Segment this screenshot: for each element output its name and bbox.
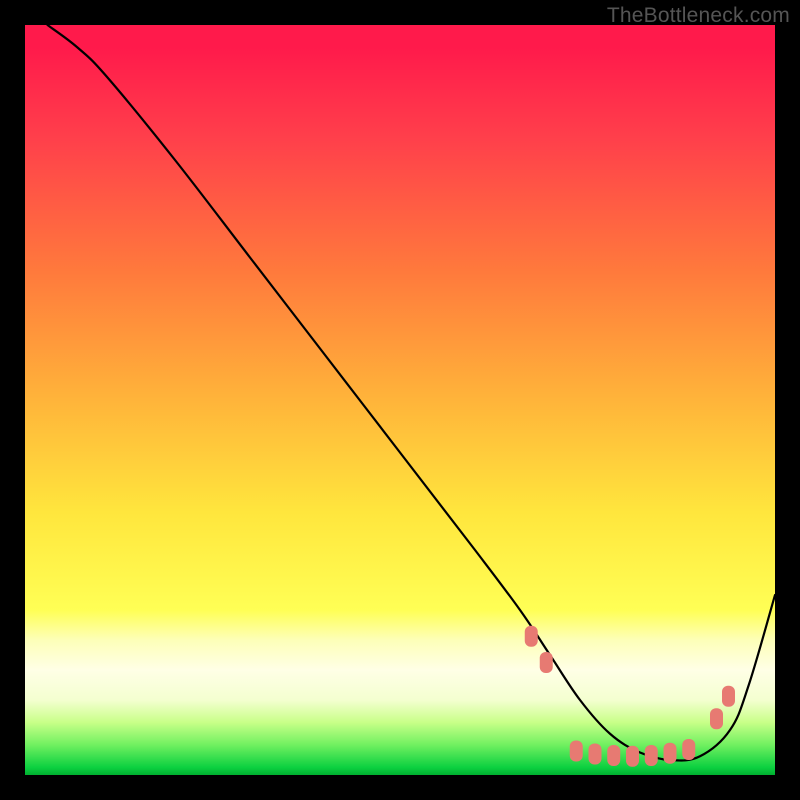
highlight-marker bbox=[722, 686, 735, 707]
highlight-marker bbox=[570, 741, 583, 762]
highlight-marker bbox=[525, 626, 538, 647]
watermark-text: TheBottleneck.com bbox=[607, 4, 790, 28]
chart-frame: TheBottleneck.com bbox=[0, 0, 800, 800]
highlight-marker bbox=[645, 745, 658, 766]
curve-layer bbox=[25, 25, 775, 775]
highlight-marker bbox=[626, 746, 639, 767]
highlight-marker bbox=[607, 745, 620, 766]
highlight-marker bbox=[710, 708, 723, 729]
gradient-plot-area bbox=[25, 25, 775, 775]
highlight-marker bbox=[540, 652, 553, 673]
highlight-markers-group bbox=[525, 626, 735, 767]
highlight-marker bbox=[682, 739, 695, 760]
highlight-marker bbox=[589, 744, 602, 765]
highlight-marker bbox=[664, 743, 677, 764]
bottleneck-curve-path bbox=[48, 25, 776, 761]
